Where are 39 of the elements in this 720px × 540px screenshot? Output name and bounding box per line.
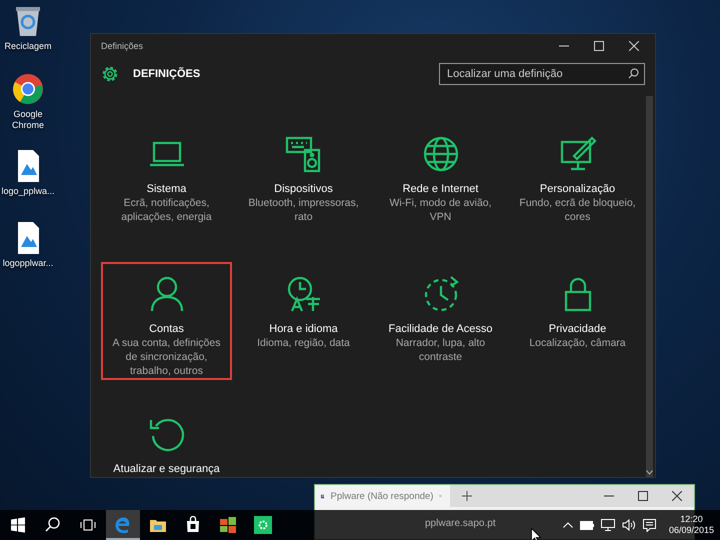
category-title: Personalização — [540, 182, 616, 196]
category-description: Wi-Fi, modo de avião, VPN — [388, 196, 493, 224]
desktop-icon-label: logo_pplwa... — [1, 186, 55, 197]
category-description: Narrador, lupa, alto contraste — [394, 336, 486, 364]
category-title: Contas — [149, 322, 184, 336]
category-title: Hora e idioma — [269, 322, 338, 336]
clock-time: 12:20 — [680, 514, 703, 525]
category-title: Atualizar e segurança — [113, 462, 220, 476]
category-tile[interactable]: Facilidade de Acesso Narrador, lupa, alto contraste — [375, 262, 506, 380]
category-description: Localização, câmara — [529, 336, 626, 350]
browser-tab[interactable]: Pplware (Não responde) — [315, 485, 450, 507]
category-tile[interactable]: Rede e Internet Wi-Fi, modo de avião, VPN — [375, 122, 506, 240]
search-field[interactable]: Localizar uma definição — [439, 63, 645, 85]
window-title: Definições — [101, 41, 144, 51]
category-tile[interactable]: Contas A sua conta, definições de sincronização, trabalho, outros — [101, 262, 232, 380]
category-tile[interactable]: Dispositivos Bluetooth, impressoras, rato — [238, 122, 369, 240]
category-title: Dispositivos — [274, 182, 333, 196]
category-title: Rede e Internet — [402, 182, 478, 196]
category-title: Sistema — [146, 182, 186, 196]
address-bar[interactable]: pplware.sapo.pt — [425, 518, 496, 528]
page-heading: DEFINIÇÕES — [133, 68, 200, 80]
clock-date: 06/09/2015 — [668, 525, 714, 536]
category-tile[interactable]: Privacidade Localização, câmara — [512, 262, 643, 380]
category-tile[interactable]: Sistema Ecrã, notificações, aplicações, energia — [101, 122, 232, 240]
desktop-icon-label: Google Chrome — [10, 109, 45, 131]
category-description: Idioma, região, data — [257, 336, 350, 350]
clock[interactable]: 12:20 06/09/2015 — [668, 514, 714, 536]
category-description: Bluetooth, impressoras, rato — [247, 196, 360, 224]
category-description: A sua conta, definições de sincronização, trabalho, outros — [112, 336, 222, 378]
category-title: Privacidade — [548, 322, 606, 336]
desktop-icon-label: Reciclagem — [4, 41, 52, 52]
category-title: Facilidade de Acesso — [388, 322, 492, 336]
desktop-icon-label: logopplwar... — [2, 258, 54, 269]
category-description: Fundo, ecrã de bloqueio, cores — [518, 196, 637, 224]
category-tile[interactable]: Atualizar e segurança — [101, 402, 232, 477]
tab-title: Pplware (Não responde) — [330, 490, 434, 502]
category-tile[interactable]: Personalização Fundo, ecrã de bloqueio, cores — [512, 122, 643, 240]
category-description: Ecrã, notificações, aplicações, energia — [120, 196, 213, 224]
category-tile[interactable]: Hora e idioma Idioma, região, data — [238, 262, 369, 380]
